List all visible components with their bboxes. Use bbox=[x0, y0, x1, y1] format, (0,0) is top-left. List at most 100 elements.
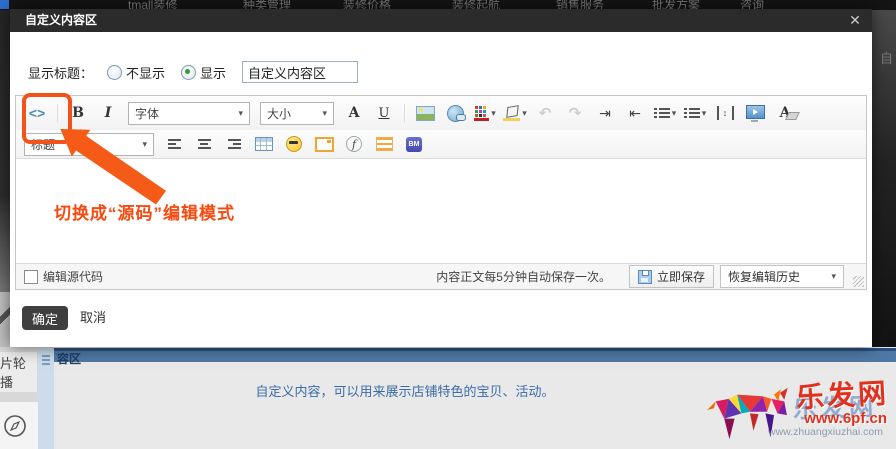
dimmed-page-left-detail bbox=[0, 292, 10, 347]
undo-icon: ↶ bbox=[538, 105, 552, 122]
chevron-down-icon: ▾ bbox=[701, 107, 707, 118]
compass-icon bbox=[4, 414, 26, 437]
annotation-arrow-icon bbox=[60, 129, 167, 205]
toolbar-separator bbox=[404, 104, 405, 122]
watermark-url: www.6pf.cn bbox=[804, 410, 887, 427]
radio-show[interactable] bbox=[181, 64, 197, 80]
align-center-icon bbox=[197, 139, 211, 149]
editor-toolbar-row1: <> B I 字体 ▾ 大小 ▾ A U ▾ ▾ ↶ ↷ ⇥ ⇤ ▾ ▾ ↕ A bbox=[16, 96, 866, 130]
flash-icon: f bbox=[346, 136, 362, 152]
underline-icon: U bbox=[378, 105, 390, 121]
cancel-button[interactable]: 取消 bbox=[80, 306, 106, 330]
editor-bottom-bar: 编辑源代码 内容正文每5分钟自动保存一次。 立即保存 恢复编辑历史 ▾ bbox=[16, 263, 866, 289]
font-family-value: 字体 bbox=[135, 106, 160, 121]
custom-content-dialog: 自定义内容区 ✕ 显示标题： 不显示 显示 <> B I bbox=[10, 9, 872, 347]
italic-button[interactable]: I bbox=[96, 101, 120, 125]
link-globe-icon bbox=[446, 104, 466, 122]
screen: tmall装修 种类管理 装修价格 装修起航 销售服务 批发方案 咨询 自 容区… bbox=[0, 0, 896, 449]
dialog-title: 自定义内容区 bbox=[25, 13, 98, 27]
indent-icon: ⇥ bbox=[599, 104, 611, 121]
dialog-titlebar: 自定义内容区 ✕ bbox=[10, 9, 872, 32]
video-icon bbox=[745, 104, 765, 122]
redo-button[interactable]: ↷ bbox=[563, 101, 587, 125]
page-break-icon bbox=[375, 137, 393, 151]
bullet-list-icon bbox=[653, 108, 670, 118]
align-right-icon bbox=[227, 139, 241, 149]
chevron-down-icon: ▾ bbox=[322, 107, 327, 118]
image-icon bbox=[415, 105, 435, 121]
insert-flash-button[interactable]: f bbox=[342, 132, 366, 156]
text-style-icon: A bbox=[348, 105, 360, 121]
background-page: 容区 片轮播 自定义内容，可以用来展示店铺特色的宝贝、活动。 乐发网 乐发网 w… bbox=[0, 347, 896, 449]
insert-table-button[interactable] bbox=[252, 132, 276, 156]
radio-hide[interactable] bbox=[107, 64, 123, 80]
site-logo-fragment bbox=[0, 0, 9, 9]
sidebar-item-label: 片轮播 bbox=[0, 356, 27, 390]
font-size-value: 大小 bbox=[267, 106, 292, 121]
show-title-label: 显示标题： bbox=[28, 65, 94, 81]
title-input[interactable] bbox=[242, 61, 359, 83]
restore-history-button[interactable]: 恢复编辑历史 ▾ bbox=[720, 265, 844, 288]
table-icon bbox=[255, 137, 273, 151]
section-header-bar: 容区 bbox=[0, 348, 896, 366]
chevron-down-icon: ▾ bbox=[522, 107, 527, 118]
paint-bucket-icon bbox=[503, 105, 521, 121]
drag-grip-icon[interactable] bbox=[42, 355, 50, 365]
background-color-button[interactable]: ▾ bbox=[503, 101, 527, 125]
dimmed-page-right: 自 bbox=[872, 10, 896, 347]
font-color-icon bbox=[474, 105, 490, 121]
emoji-icon bbox=[286, 136, 302, 152]
section-title-fragment: 容区 bbox=[57, 352, 82, 366]
background-sidebar: 片轮播 bbox=[0, 347, 39, 449]
sidebar-item-carousel[interactable]: 片轮播 bbox=[0, 352, 37, 392]
outdent-icon: ⇤ bbox=[629, 104, 641, 121]
save-disk-icon bbox=[637, 269, 652, 284]
numbered-list-icon bbox=[683, 108, 700, 118]
save-now-button[interactable]: 立即保存 bbox=[628, 265, 714, 288]
resize-grip[interactable] bbox=[853, 276, 864, 287]
radio-show-label[interactable]: 显示 bbox=[200, 63, 226, 82]
italic-icon: I bbox=[104, 105, 112, 121]
edit-source-checkbox[interactable] bbox=[24, 269, 38, 284]
font-family-select[interactable]: 字体 ▾ bbox=[128, 101, 250, 125]
ordered-list-button[interactable]: ▾ bbox=[683, 101, 707, 125]
unordered-list-button[interactable]: ▾ bbox=[653, 101, 677, 125]
page-break-button[interactable] bbox=[372, 132, 396, 156]
redo-icon: ↷ bbox=[568, 105, 582, 122]
underline-button[interactable]: U bbox=[372, 101, 396, 125]
outdent-button[interactable]: ⇤ bbox=[623, 101, 647, 125]
radio-hide-label[interactable]: 不显示 bbox=[126, 63, 165, 82]
chevron-down-icon: ▾ bbox=[238, 107, 243, 118]
remove-format-button[interactable]: A bbox=[773, 101, 797, 125]
font-color-button[interactable]: ▾ bbox=[473, 101, 497, 125]
custom-content-hint: 自定义内容，可以用来展示店铺特色的宝贝、活动。 bbox=[255, 384, 555, 399]
close-icon[interactable]: ✕ bbox=[846, 9, 864, 32]
indent-button[interactable]: ⇥ bbox=[593, 101, 617, 125]
line-height-icon: ↕ bbox=[716, 106, 734, 120]
edit-source-label[interactable]: 编辑源代码 bbox=[43, 268, 103, 285]
undo-button[interactable]: ↶ bbox=[533, 101, 557, 125]
screenshot-button[interactable] bbox=[312, 132, 336, 156]
dimmed-text-fragment: 自 bbox=[880, 51, 894, 66]
autosave-text: 内容正文每5分钟自动保存一次。 bbox=[436, 270, 611, 284]
emoji-button[interactable] bbox=[282, 132, 306, 156]
ok-button[interactable]: 确定 bbox=[22, 306, 68, 330]
collapse-strip[interactable] bbox=[38, 347, 54, 449]
text-style-button[interactable]: A bbox=[342, 101, 366, 125]
line-height-button[interactable]: ↕ bbox=[713, 101, 737, 125]
align-right-button[interactable] bbox=[222, 132, 246, 156]
annotation-text: 切换成“源码”编辑模式 bbox=[54, 204, 235, 223]
screenshot-icon bbox=[314, 136, 334, 152]
align-center-button[interactable] bbox=[192, 132, 216, 156]
insert-video-button[interactable] bbox=[743, 101, 767, 125]
insert-link-button[interactable] bbox=[443, 101, 467, 125]
sidebar-item-compass[interactable] bbox=[0, 402, 39, 449]
font-size-select[interactable]: 大小 ▾ bbox=[260, 101, 334, 125]
show-title-row: 显示标题： 不显示 显示 bbox=[28, 60, 359, 84]
bold-icon: B bbox=[72, 105, 84, 121]
watermark: 乐发网 乐发网 www.6pf.cn www.zhuangxiuzhai.com bbox=[695, 362, 893, 449]
insert-image-button[interactable] bbox=[413, 101, 437, 125]
remove-format-icon: A bbox=[779, 105, 791, 121]
bookmark-button[interactable]: BM bbox=[402, 132, 426, 156]
watermark-sub-url: www.zhuangxiuzhai.com bbox=[768, 426, 883, 438]
